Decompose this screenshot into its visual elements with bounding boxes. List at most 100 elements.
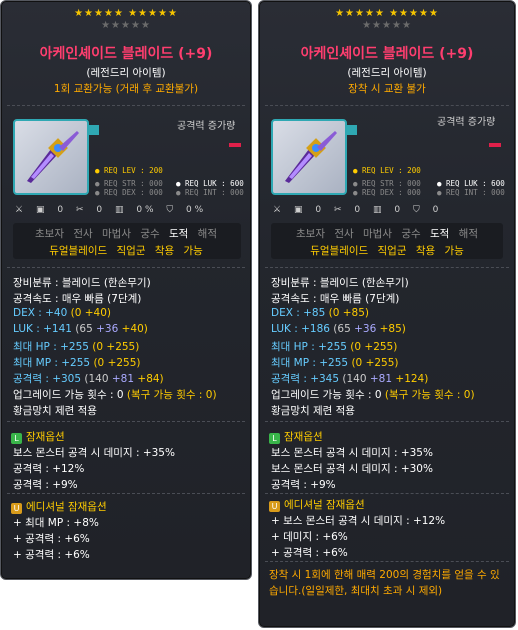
req-luk: ● REQ LUK : 600: [176, 179, 244, 188]
potential-line-3: 공격력 : +9%: [271, 479, 336, 491]
stat-speed: 공격속도 : 매우 빠름 (7단계): [271, 293, 400, 305]
star-force-row-2: ★★★★★: [101, 20, 151, 31]
blade-weapon-icon: [285, 131, 337, 183]
req-str: ● REQ STR : 000: [353, 179, 421, 188]
job-warrior: 전사: [334, 228, 354, 240]
divider: [7, 267, 245, 268]
shield-icon: ⛉: [412, 205, 420, 215]
potential-header: L 잠재옵션: [269, 429, 323, 444]
hammer-icon: ▣: [35, 205, 45, 215]
item-icon-frame: [271, 119, 347, 195]
hammer-icon: ▣: [293, 205, 303, 215]
scissors-icon: ✂: [75, 205, 84, 215]
job-note: 듀얼블레이드 직업군 착용 가능: [310, 245, 464, 257]
attack-increase-label: 공격력 증가량: [437, 117, 496, 128]
job-archer: 궁수: [140, 228, 160, 240]
job-list: 초보자 전사 마법사 궁수 도적 해적: [1, 226, 251, 241]
job-thief: 도적: [430, 228, 450, 240]
additional-line-1: + 최대 MP : +8%: [13, 517, 99, 529]
divider: [265, 105, 509, 106]
potential-line-1: 보스 몬스터 공격 시 데미지 : +35%: [13, 447, 175, 459]
job-beginner: 초보자: [35, 228, 64, 240]
stat-mp: 최대 MP : +255 (0 +255): [271, 357, 399, 369]
job-beginner: 초보자: [296, 228, 325, 240]
stat-upgrade: 업그레이드 가능 횟수 : 0 (복구 가능 횟수 : 0): [13, 389, 217, 401]
stat-luk: LUK : +186 (65 +36 +85): [271, 323, 406, 335]
req-luk: ● REQ LUK : 600: [437, 179, 505, 188]
stat-luk: LUK : +141 (65 +36 +40): [13, 323, 148, 335]
job-list: 초보자 전사 마법사 궁수 도적 해적: [259, 226, 515, 241]
additional-potential-header: U 에디셔널 잠재옵션: [269, 497, 365, 512]
job-note: 듀얼블레이드 직업군 착용 가능: [49, 245, 203, 257]
potential-line-3: 공격력 : +9%: [13, 479, 78, 491]
additional-line-1: + 보스 몬스터 공격 시 데미지 : +12%: [271, 515, 446, 527]
additional-line-2: + 데미지 : +6%: [271, 531, 348, 543]
divider: [265, 561, 509, 562]
item-name: 아케인셰이드 블레이드 (+9): [300, 46, 474, 62]
upgrade-icon: ⚔: [15, 205, 24, 215]
stat-category: 장비분류 : 블레이드 (한손무기): [13, 277, 151, 289]
job-mage: 마법사: [102, 228, 131, 240]
trade-info: 장착 시 교환 불가: [348, 83, 426, 95]
stat-attack: 공격력 : +345 (140 +81 +124): [271, 373, 429, 385]
attack-increase-indicator: [489, 143, 501, 147]
item-icon-frame: [13, 119, 89, 195]
potential-line-1: 보스 몬스터 공격 시 데미지 : +35%: [271, 447, 433, 459]
stat-dex: DEX : +85 (0 +85): [271, 307, 370, 319]
stat-hp: 최대 HP : +255 (0 +255): [271, 341, 398, 353]
job-archer: 궁수: [401, 228, 421, 240]
stat-hp: 최대 HP : +255 (0 +255): [13, 341, 140, 353]
divider: [265, 267, 509, 268]
star-force-row-1: ★★★★★ ★★★★★: [335, 8, 439, 19]
icon-value-1: 0: [315, 205, 322, 215]
stat-dex: DEX : +40 (0 +40): [13, 307, 112, 319]
additional-line-3: + 공격력 : +6%: [13, 549, 90, 561]
divider: [7, 421, 245, 422]
potential-grade-icon: L: [11, 433, 22, 444]
lock-icon: ▥: [114, 205, 124, 215]
additional-grade-icon: U: [269, 501, 280, 512]
icon-value-4: 0: [432, 205, 439, 215]
req-dex: ● REQ DEX : 000: [95, 188, 163, 197]
icon-value-4: 0 %: [186, 205, 204, 215]
potential-header: L 잠재옵션: [11, 429, 65, 444]
star-force-row-1: ★★★★★ ★★★★★: [74, 8, 178, 19]
stat-category: 장비분류 : 블레이드 (한손무기): [271, 277, 409, 289]
enhance-icon-row: ⚔ ▣ 0 ✂ 0 ▥ 0 % ⛉ 0 %: [15, 205, 213, 215]
req-int: ● REQ INT : 000: [437, 188, 505, 197]
icon-value-3: 0 %: [136, 205, 154, 215]
stat-speed: 공격속도 : 매우 빠름 (7단계): [13, 293, 142, 305]
item-rarity: (레전드리 아이템): [86, 67, 166, 79]
req-dex: ● REQ DEX : 000: [353, 188, 421, 197]
potential-grade-icon: L: [269, 433, 280, 444]
charm-exp-note: 장착 시 1회에 한해 매력 200의 경험치를 얻을 수 있습니다.(일일제한…: [269, 569, 500, 597]
job-warrior: 전사: [73, 228, 93, 240]
icon-value-1: 0: [57, 205, 64, 215]
rarity-tag: [347, 125, 357, 135]
job-pirate: 해적: [197, 228, 217, 240]
req-str: ● REQ STR : 000: [95, 179, 163, 188]
icon-value-2: 0: [96, 205, 103, 215]
enhance-icon-row: ⚔ ▣ 0 ✂ 0 ▥ 0 ⛉ 0: [273, 205, 448, 215]
additional-line-2: + 공격력 : +6%: [13, 533, 90, 545]
divider: [265, 493, 509, 494]
divider: [7, 105, 245, 106]
job-pirate: 해적: [458, 228, 478, 240]
star-force-row-2: ★★★★★: [362, 20, 412, 31]
divider: [7, 493, 245, 494]
potential-line-2: 보스 몬스터 공격 시 데미지 : +30%: [271, 463, 433, 475]
attack-increase-indicator: [229, 143, 241, 147]
req-level: ● REQ LEV : 200: [95, 166, 163, 175]
attack-increase-label: 공격력 증가량: [177, 121, 236, 132]
job-thief: 도적: [169, 228, 189, 240]
item-name: 아케인셰이드 블레이드 (+9): [39, 46, 213, 62]
potential-line-2: 공격력 : +12%: [13, 463, 85, 475]
rarity-tag: [89, 125, 99, 135]
icon-value-3: 0: [394, 205, 401, 215]
additional-grade-icon: U: [11, 503, 22, 514]
stat-hammer: 황금망치 제련 적용: [271, 405, 355, 417]
item-rarity: (레전드리 아이템): [347, 67, 427, 79]
item-tooltip-left: ★★★★★ ★★★★★ ★★★★★ 아케인셰이드 블레이드 (+9) (레전드리…: [0, 0, 252, 580]
item-tooltip-right: ★★★★★ ★★★★★ ★★★★★ 아케인셰이드 블레이드 (+9) (레전드리…: [258, 0, 516, 628]
job-mage: 마법사: [363, 228, 392, 240]
